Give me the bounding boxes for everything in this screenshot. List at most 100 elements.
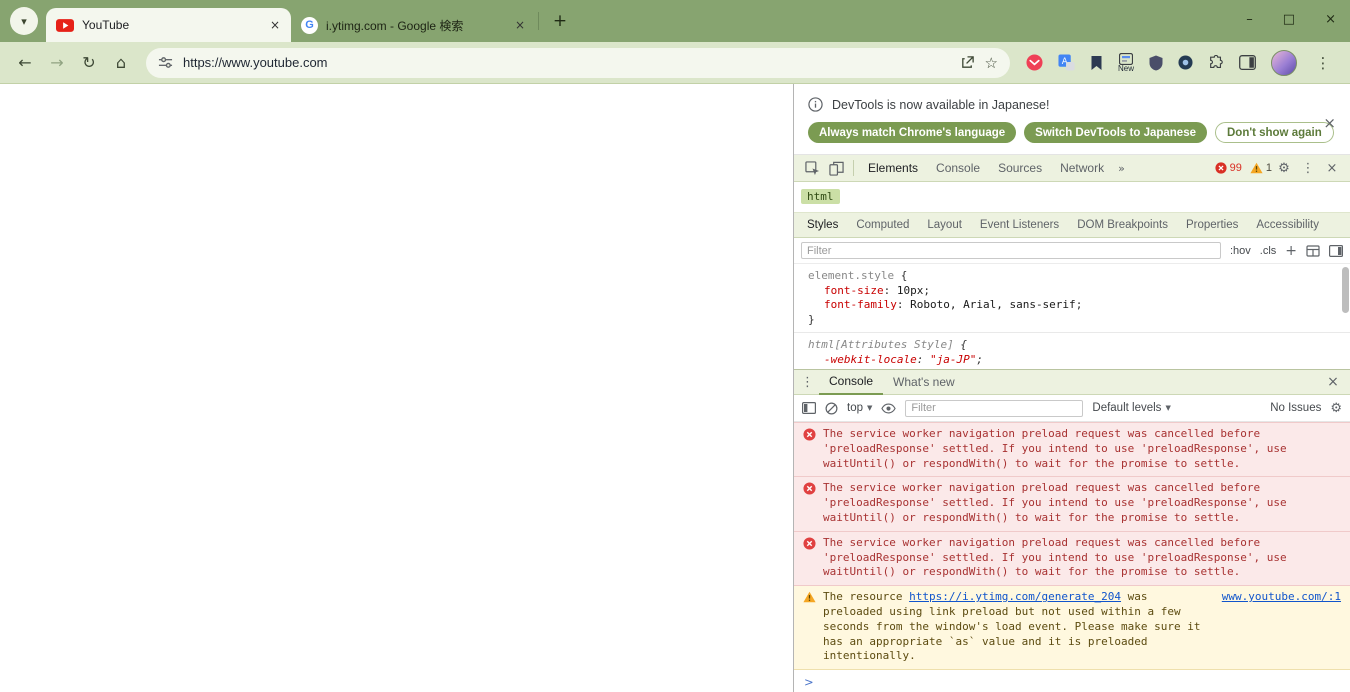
resource-link[interactable]: https://i.ytimg.com/generate_204: [909, 590, 1121, 603]
css-punct: ;: [1076, 298, 1083, 311]
address-bar[interactable]: https://www.youtube.com ☆: [146, 48, 1010, 78]
maximize-button[interactable]: □: [1283, 12, 1295, 27]
css-punct: ;: [923, 284, 930, 297]
clear-console-icon[interactable]: [825, 402, 838, 415]
context-label: top: [847, 402, 863, 414]
inspect-element-icon[interactable]: [800, 161, 824, 176]
sidebar-toggle-icon[interactable]: [1329, 245, 1343, 257]
translate-icon[interactable]: A: [1058, 54, 1075, 71]
new-tab-button[interactable]: +: [547, 8, 573, 34]
tab-search-button[interactable]: ▾: [10, 7, 38, 35]
live-expression-eye-icon[interactable]: [881, 403, 896, 414]
tab-google-search[interactable]: G i.ytimg.com - Google 検索 ×: [291, 8, 536, 42]
error-text: The service worker navigation preload re…: [823, 536, 1341, 580]
no-issues-label[interactable]: No Issues: [1270, 402, 1321, 414]
match-language-button[interactable]: Always match Chrome's language: [808, 122, 1016, 143]
computed-styles-icon[interactable]: [1306, 245, 1320, 257]
profile-avatar[interactable]: [1271, 50, 1297, 76]
tab-close-icon[interactable]: ×: [512, 17, 528, 33]
new-style-rule-icon[interactable]: +: [1285, 243, 1297, 259]
console-sidebar-icon[interactable]: [802, 402, 816, 414]
tab-network[interactable]: Network: [1051, 155, 1113, 182]
dom-node-html[interactable]: html: [801, 189, 840, 204]
console-error-message[interactable]: The service worker navigation preload re…: [794, 532, 1350, 586]
context-selector[interactable]: top ▼: [847, 402, 872, 414]
chevron-down-icon: ▼: [1165, 404, 1170, 412]
class-toggle[interactable]: .cls: [1260, 245, 1277, 257]
css-selector: html[Attributes Style]: [808, 338, 954, 351]
console-error-message[interactable]: The service worker navigation preload re…: [794, 477, 1350, 531]
css-property[interactable]: font-size: [824, 284, 884, 297]
google-icon: G: [301, 17, 318, 34]
drawer-tab-whats-new[interactable]: What's new: [883, 370, 965, 394]
pocket-icon[interactable]: [1026, 54, 1043, 71]
tab-event-listeners[interactable]: Event Listeners: [971, 219, 1068, 231]
error-icon: [803, 481, 816, 525]
css-rule-attributes-style[interactable]: html[Attributes Style] { -webkit-locale:…: [794, 338, 1350, 367]
styles-filter-row: :hov .cls +: [794, 238, 1350, 264]
source-location-link[interactable]: www.youtube.com/:1: [1222, 590, 1341, 664]
tab-elements[interactable]: Elements: [859, 155, 927, 182]
console-settings-gear-icon[interactable]: ⚙: [1330, 401, 1342, 416]
settings-gear-icon[interactable]: ⚙: [1272, 161, 1296, 176]
css-value[interactable]: 10px: [897, 284, 924, 297]
site-info-icon[interactable]: [158, 55, 173, 70]
tab-layout[interactable]: Layout: [918, 219, 971, 231]
drawer-close-icon[interactable]: ×: [1323, 374, 1343, 390]
home-button[interactable]: ⌂: [106, 48, 136, 78]
devtools-close-icon[interactable]: ×: [1320, 161, 1344, 176]
share-icon[interactable]: [960, 55, 975, 70]
styles-scrollbar[interactable]: [1342, 267, 1349, 365]
log-levels-dropdown[interactable]: Default levels ▼: [1092, 402, 1170, 414]
console-prompt[interactable]: >: [794, 670, 1350, 692]
console-filter-input[interactable]: [905, 400, 1083, 417]
minimize-button[interactable]: –: [1246, 12, 1253, 27]
css-value[interactable]: "ja-JP": [930, 353, 976, 366]
url-text[interactable]: https://www.youtube.com: [183, 55, 950, 70]
window-close-button[interactable]: ×: [1325, 12, 1336, 27]
tab-console[interactable]: Console: [927, 155, 989, 182]
more-tabs-icon[interactable]: »: [1113, 162, 1130, 175]
hover-state-toggle[interactable]: :hov: [1230, 245, 1251, 257]
privacy-badge-icon[interactable]: [1178, 55, 1193, 70]
side-panel-icon[interactable]: [1239, 55, 1256, 70]
info-icon: [808, 97, 823, 112]
tab-styles[interactable]: Styles: [798, 219, 847, 231]
tab-sources[interactable]: Sources: [989, 155, 1051, 182]
tab-computed[interactable]: Computed: [847, 219, 918, 231]
drawer-tab-console[interactable]: Console: [819, 369, 883, 395]
scrollbar-thumb[interactable]: [1342, 267, 1349, 313]
extensions-puzzle-icon[interactable]: [1208, 55, 1224, 71]
tab-accessibility[interactable]: Accessibility: [1247, 219, 1328, 231]
css-property[interactable]: font-family: [824, 298, 897, 311]
drawer-menu-icon[interactable]: ⋮: [801, 375, 819, 390]
console-error-message[interactable]: The service worker navigation preload re…: [794, 422, 1350, 477]
styles-filter-input[interactable]: [801, 242, 1221, 259]
css-rule-element-style[interactable]: element.style { font-size: 10px; font-fa…: [794, 269, 1350, 327]
tab-close-icon[interactable]: ×: [267, 17, 283, 33]
shield-icon[interactable]: [1149, 55, 1163, 71]
css-property[interactable]: -webkit-locale: [824, 353, 917, 366]
tab-youtube[interactable]: YouTube ×: [46, 8, 291, 42]
browser-menu-icon[interactable]: ⋮: [1312, 54, 1334, 72]
back-button[interactable]: ←: [10, 48, 40, 78]
banner-close-icon[interactable]: ×: [1323, 114, 1336, 132]
css-selector: element.style: [808, 269, 894, 282]
warning-count-badge[interactable]: 1: [1250, 162, 1272, 174]
bookmark-flag-icon[interactable]: [1090, 55, 1103, 71]
console-warning-message[interactable]: The resource https://i.ytimg.com/generat…: [794, 586, 1350, 670]
bookmark-star-icon[interactable]: ☆: [985, 54, 998, 72]
css-value[interactable]: Roboto, Arial, sans-serif: [910, 298, 1076, 311]
browser-window: ▾ YouTube × G i.ytimg.com - Google 検索 × …: [0, 0, 1350, 692]
dont-show-again-button[interactable]: Don't show again: [1215, 122, 1334, 143]
reload-button[interactable]: ↻: [74, 48, 104, 78]
tab-properties[interactable]: Properties: [1177, 219, 1247, 231]
console-drawer-header: ⋮ Console What's new ×: [794, 369, 1350, 395]
device-toolbar-icon[interactable]: [824, 161, 848, 176]
devtools-menu-icon[interactable]: ⋮: [1296, 161, 1320, 176]
switch-japanese-button[interactable]: Switch DevTools to Japanese: [1024, 122, 1207, 143]
forward-button[interactable]: →: [42, 48, 72, 78]
error-count-badge[interactable]: 99: [1215, 162, 1242, 174]
extension-new-icon[interactable]: New: [1118, 53, 1134, 73]
tab-dom-breakpoints[interactable]: DOM Breakpoints: [1068, 219, 1177, 231]
